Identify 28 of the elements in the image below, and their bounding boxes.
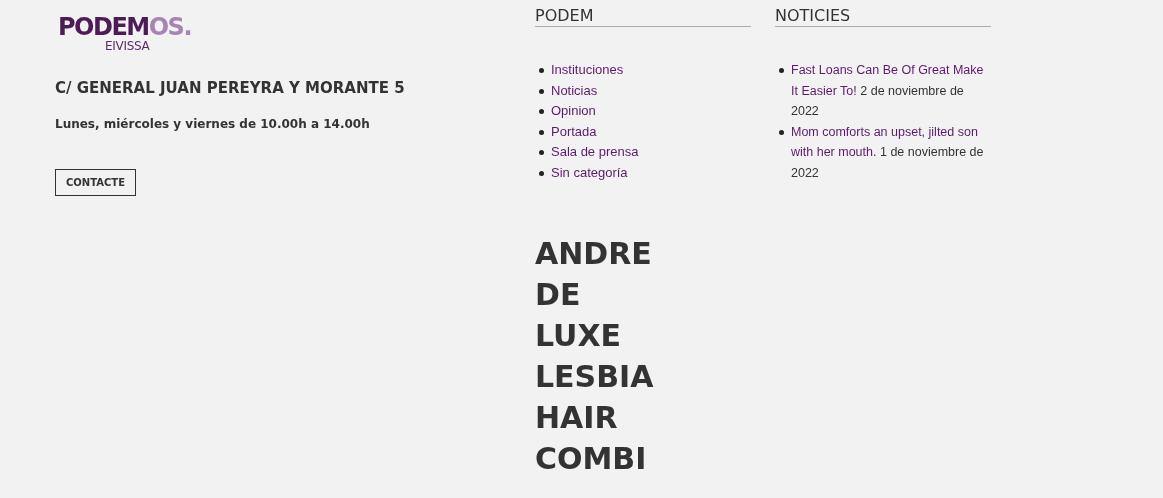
- post-title-line[interactable]: DE: [535, 274, 581, 315]
- logo[interactable]: PODEMOS. EIVISSA: [58, 14, 191, 53]
- bullet-icon: [539, 150, 544, 155]
- bullet-icon: [539, 109, 544, 114]
- bullet-icon: [779, 129, 784, 135]
- post-title-line[interactable]: HAIR: [535, 397, 618, 438]
- contact-button[interactable]: CONTACTE: [55, 169, 136, 196]
- opening-hours: Lunes, miércoles y viernes de 10.00h a 14.00h: [55, 117, 370, 131]
- post-title-line[interactable]: ANDRE: [535, 233, 652, 274]
- bullet-icon: [539, 170, 544, 176]
- post-title-line[interactable]: COMBI: [535, 438, 647, 479]
- bullet-icon: [539, 129, 544, 135]
- category-link[interactable]: Sin categoría: [551, 162, 628, 183]
- post-title-line[interactable]: LUXE: [535, 315, 622, 356]
- address-heading: C/ GENERAL JUAN PEREYRA Y MORANTE 5: [55, 79, 405, 97]
- category-link[interactable]: Instituciones: [551, 60, 624, 81]
- bullet-icon: [539, 68, 544, 73]
- category-link[interactable]: Noticias: [551, 80, 598, 101]
- category-link[interactable]: Opinion: [551, 101, 596, 122]
- bullet-icon: [539, 88, 544, 94]
- news-item[interactable]: Fast Loans Can Be Of Great Make It Easier To! 2 de noviembre de 2022: [791, 60, 991, 122]
- widget-title: PODEM: [535, 0, 751, 27]
- news-item[interactable]: Mom comforts an upset, jilted son with her mouth. 1 de noviembre de 2022: [791, 121, 991, 183]
- bullet-icon: [779, 68, 784, 73]
- post-title-line[interactable]: LESBIA: [535, 356, 654, 397]
- category-link[interactable]: Sala de prensa: [551, 142, 639, 163]
- widget-title: NOTICIES: [775, 0, 991, 27]
- category-link[interactable]: Portada: [551, 121, 597, 142]
